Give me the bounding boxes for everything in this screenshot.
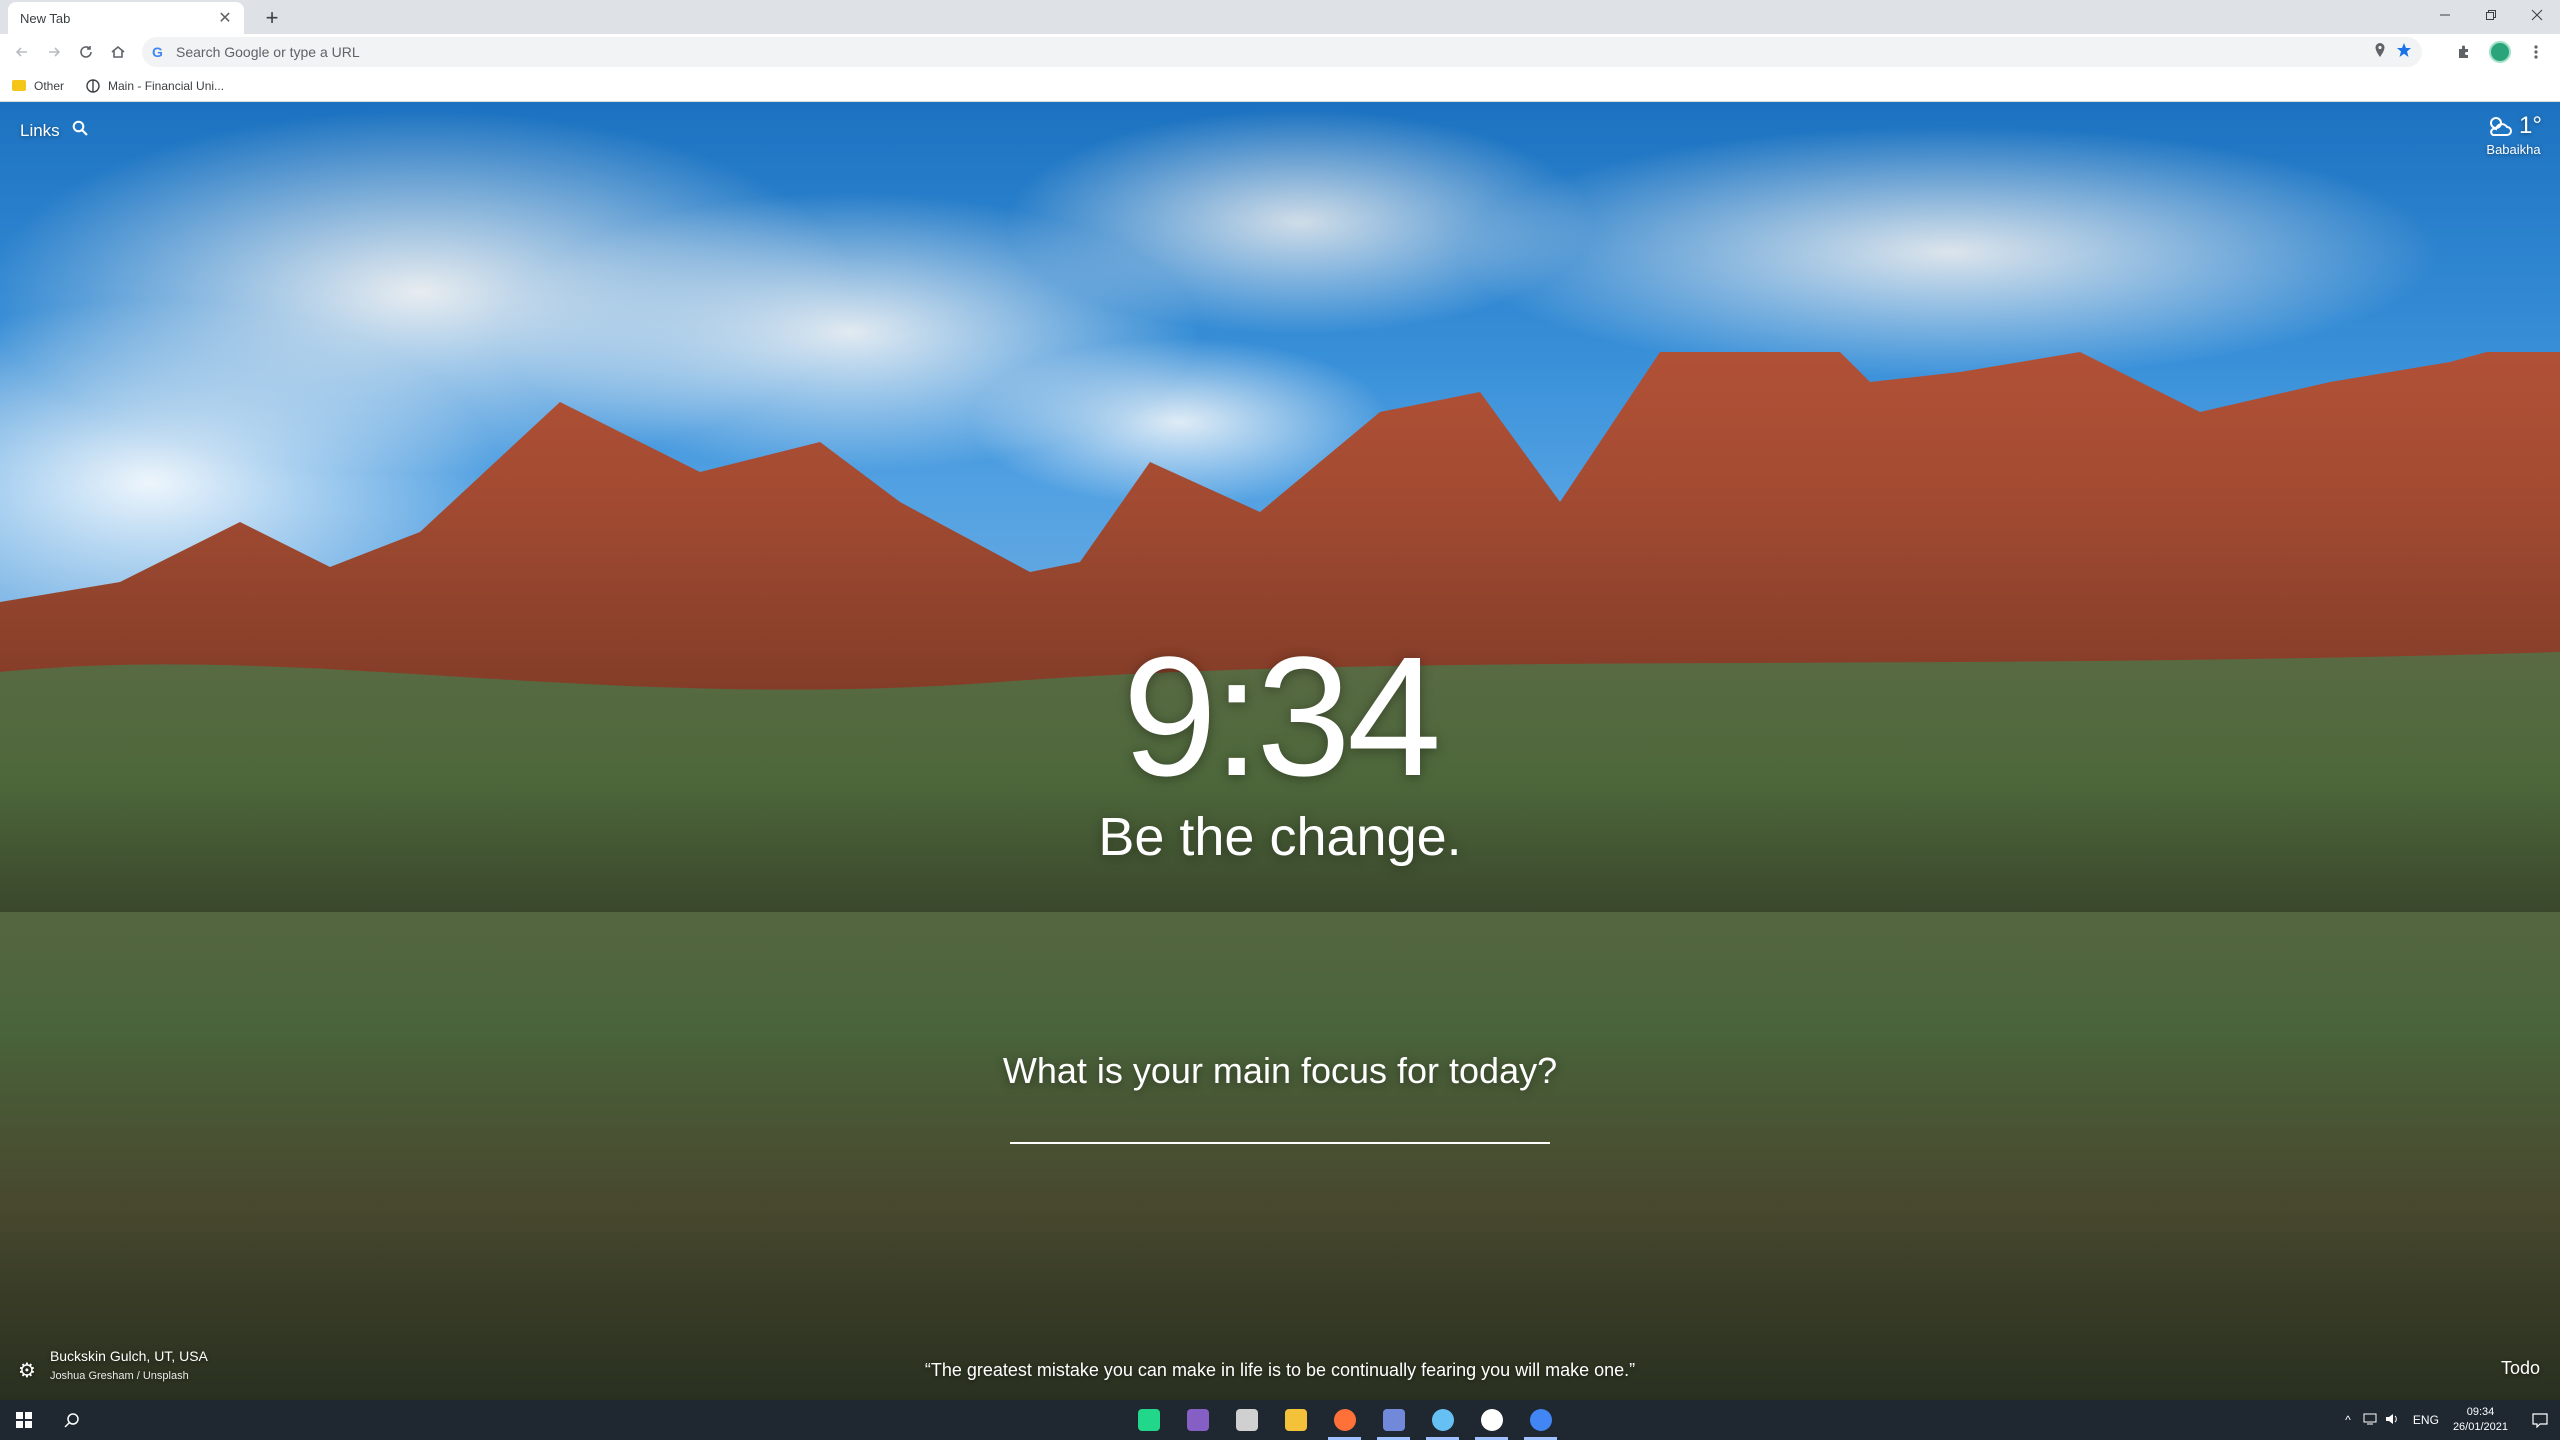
chrome-taskbar-button[interactable] — [1516, 1400, 1565, 1440]
start-button[interactable] — [0, 1400, 48, 1440]
profile-avatar[interactable] — [2484, 36, 2516, 68]
links-button[interactable]: Links — [20, 121, 60, 141]
restore-icon[interactable] — [2468, 0, 2514, 30]
settings-app-taskbar-button[interactable] — [1222, 1400, 1271, 1440]
bookmark-star-icon[interactable] — [2396, 42, 2412, 63]
tab-title: New Tab — [20, 10, 71, 26]
todo-button[interactable]: Todo — [2501, 1358, 2540, 1379]
unity-hub-taskbar-button[interactable] — [1467, 1400, 1516, 1440]
quote-text[interactable]: “The greatest mistake you can make in li… — [0, 1360, 2560, 1381]
momentum-dashboard: Links 1° Babaikha 9:34 Be the change. Wh… — [0, 102, 2560, 1400]
links-menu: Links — [20, 120, 88, 141]
weather-widget[interactable]: 1° Babaikha — [2485, 112, 2542, 157]
clock-time: 9:34 — [1122, 622, 1442, 812]
browser-tab[interactable]: New Tab ✕ — [8, 2, 244, 34]
chrome-icon — [1529, 1409, 1552, 1431]
new-tab-button[interactable]: + — [258, 4, 286, 32]
window-controls — [2422, 0, 2560, 30]
focus-prompt: What is your main focus for today? — [1002, 1050, 1558, 1091]
settings-app-icon — [1235, 1409, 1258, 1431]
input-language[interactable]: ENG — [2413, 1413, 2439, 1427]
file-explorer-icon — [1284, 1409, 1307, 1431]
tab-close-icon[interactable]: ✕ — [216, 8, 234, 28]
forward-icon[interactable] — [38, 36, 70, 68]
search-icon[interactable] — [72, 120, 88, 141]
back-icon[interactable] — [6, 36, 38, 68]
visual-studio-icon — [1186, 1409, 1209, 1431]
bookmark-main-financial[interactable]: Main - Financial Uni... — [86, 79, 224, 93]
taskbar-clock[interactable]: 09:34 26/01/2021 — [2453, 1405, 2508, 1435]
discord-icon — [1382, 1409, 1405, 1431]
tray-chevron-icon[interactable]: ^ — [2337, 1413, 2359, 1427]
visual-studio-taskbar-button[interactable] — [1173, 1400, 1222, 1440]
close-window-icon[interactable] — [2514, 0, 2560, 30]
minimize-icon[interactable] — [2422, 0, 2468, 30]
focus-input[interactable] — [1010, 1102, 1550, 1144]
google-icon: G — [152, 44, 163, 60]
discord-taskbar-button[interactable] — [1369, 1400, 1418, 1440]
bookmark-label: Other — [34, 78, 65, 93]
address-bar[interactable]: G Search Google or type a URL — [142, 37, 2422, 67]
firefox-icon — [1333, 1409, 1356, 1431]
address-bar-placeholder: Search Google or type a URL — [176, 44, 360, 60]
pycharm-icon — [1137, 1409, 1160, 1431]
windows-taskbar: ^ ENG 09:34 26/01/2021 — [0, 1400, 2560, 1440]
extensions-icon[interactable] — [2448, 36, 2480, 68]
partly-cloudy-icon — [2490, 117, 2513, 136]
weather-location: Babaikha — [2486, 142, 2541, 157]
mantra-text: Be the change. — [1098, 807, 1462, 867]
browser-toolbar: G Search Google or type a URL — [0, 34, 2560, 70]
reload-icon[interactable] — [70, 36, 102, 68]
file-explorer-taskbar-button[interactable] — [1271, 1400, 1320, 1440]
windows-icon — [16, 1412, 32, 1428]
steam-icon — [1431, 1409, 1454, 1431]
steam-taskbar-button[interactable] — [1418, 1400, 1467, 1440]
bookmarks-bar: Other Main - Financial Uni... — [0, 70, 2560, 102]
system-tray: ^ ENG 09:34 26/01/2021 — [2337, 1400, 2560, 1440]
network-icon[interactable] — [2359, 1413, 2381, 1428]
pycharm-taskbar-button[interactable] — [1124, 1400, 1173, 1440]
taskbar-time: 09:34 — [2466, 1406, 2495, 1418]
location-icon[interactable] — [2374, 42, 2386, 63]
taskbar-date: 26/01/2021 — [2452, 1421, 2508, 1433]
menu-kebab-icon[interactable] — [2520, 36, 2552, 68]
clock-block: 9:34 Be the change. — [0, 632, 2560, 868]
firefox-taskbar-button[interactable] — [1320, 1400, 1369, 1440]
taskbar-apps — [1124, 1400, 1565, 1440]
volume-icon[interactable] — [2381, 1413, 2403, 1428]
bookmark-other[interactable]: Other — [12, 79, 64, 93]
folder-icon — [12, 80, 26, 91]
home-icon[interactable] — [102, 36, 134, 68]
notification-icon[interactable] — [2520, 1400, 2560, 1440]
bookmark-label: Main - Financial Uni... — [108, 78, 225, 93]
tab-strip: New Tab ✕ + — [0, 0, 2560, 34]
weather-temperature: 1° — [2519, 112, 2542, 139]
taskbar-search-icon[interactable] — [48, 1400, 96, 1440]
unity-hub-icon — [1480, 1409, 1503, 1431]
site-icon — [86, 78, 100, 93]
